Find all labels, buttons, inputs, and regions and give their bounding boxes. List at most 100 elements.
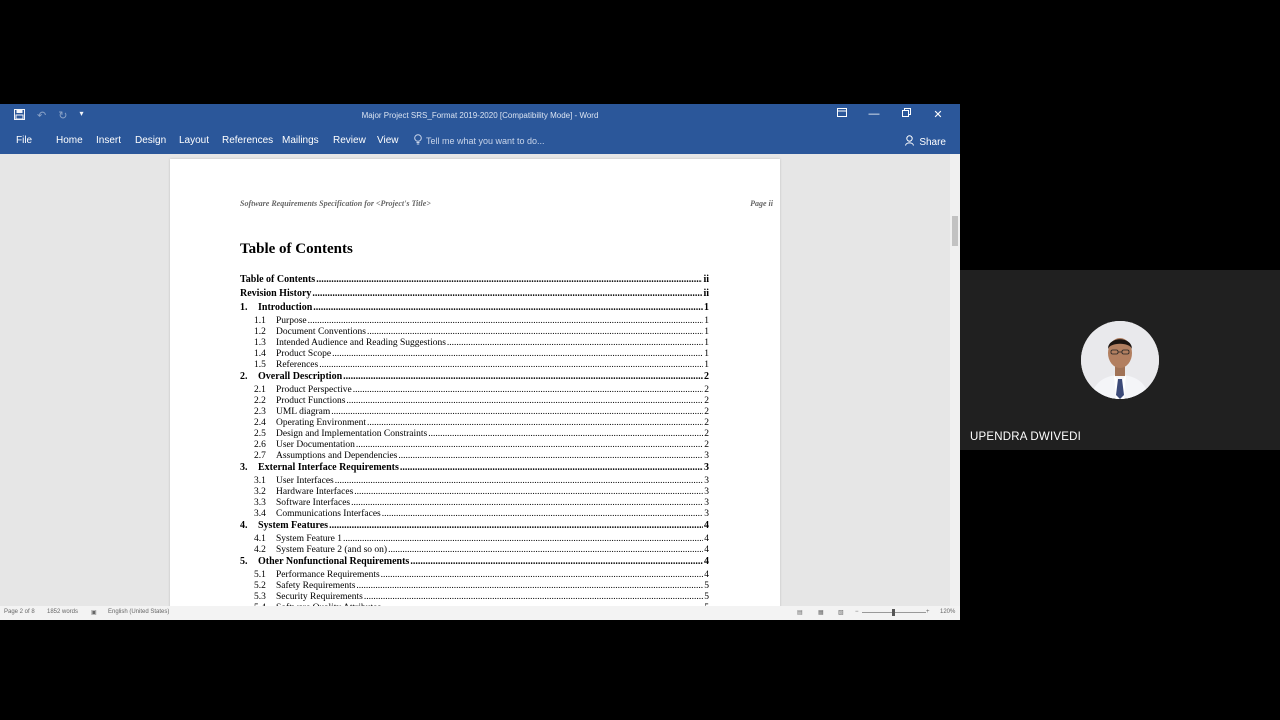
toc-subsection-entry[interactable]: 1.5 References 1 — [240, 360, 709, 371]
toc-dot-leader — [353, 385, 704, 396]
toc-entry-number: 5.1 — [254, 570, 266, 580]
person-photo-icon — [1081, 321, 1159, 399]
vertical-scrollbar[interactable] — [950, 154, 960, 606]
toc-subsection-entry[interactable]: 1.4 Product Scope 1 — [240, 349, 709, 360]
toc-entry-title: Table of Contents — [240, 274, 316, 285]
toc-section-entry[interactable]: 2. Overall Description 2 — [240, 371, 709, 385]
window-controls: — ✕ — [826, 108, 954, 121]
tab-mailings[interactable]: Mailings — [282, 135, 319, 146]
toc-subsection-entry[interactable]: 2.5 Design and Implementation Constraints… — [240, 429, 709, 440]
ribbon-tabs: File Home Insert Design Layout Reference… — [0, 130, 960, 154]
toc-entry-title: User Documentation — [276, 440, 355, 450]
toc-entry-number: 1. — [240, 302, 248, 313]
toc-subsection-entry[interactable]: 1.3 Intended Audience and Reading Suggest… — [240, 338, 709, 349]
toc-dot-leader — [356, 581, 703, 592]
toc-section-entry[interactable]: 3. External Interface Requirements 3 — [240, 462, 709, 476]
toc-subsection-entry[interactable]: 3.1 User Interfaces 3 — [240, 476, 709, 487]
toc-entry-title: Assumptions and Dependencies — [276, 451, 398, 461]
toc-entry-title: Product Perspective — [276, 385, 352, 395]
document-canvas[interactable]: Software Requirements Specification for … — [0, 154, 950, 606]
toc-dot-leader — [332, 349, 703, 360]
toc-subsection-entry[interactable]: 2.4 Operating Environment 2 — [240, 418, 709, 429]
toc-subsection-entry[interactable]: 5.2 Safety Requirements 5 — [240, 581, 709, 592]
tell-me-box[interactable]: Tell me what you want to do... — [414, 134, 545, 147]
toc-dot-leader — [316, 274, 702, 285]
page-header-title: Software Requirements Specification for … — [240, 199, 431, 208]
toc-section-entry[interactable]: Table of Contents ii — [240, 274, 709, 288]
tab-file[interactable]: File — [16, 135, 32, 146]
proofing-icon[interactable]: ▣ — [91, 609, 97, 616]
toc-subsection-entry[interactable]: 1.2 Document Conventions 1 — [240, 327, 709, 338]
ribbon-display-options-icon[interactable] — [826, 108, 858, 121]
toc-subsection-entry[interactable]: 5.1 Performance Requirements 4 — [240, 570, 709, 581]
print-layout-icon[interactable]: ▦ — [818, 609, 824, 616]
toc-subsection-entry[interactable]: 3.3 Software Interfaces 3 — [240, 498, 709, 509]
toc-dot-leader — [346, 396, 703, 407]
minimize-icon[interactable]: — — [858, 108, 890, 121]
tab-layout[interactable]: Layout — [179, 135, 209, 146]
tab-view[interactable]: View — [377, 135, 399, 146]
toc-subsection-entry[interactable]: 3.4 Communications Interfaces 3 — [240, 509, 709, 520]
toc-subsection-entry[interactable]: 4.1 System Feature 1 4 — [240, 534, 709, 545]
toc-dot-leader — [367, 327, 703, 338]
toc-entry-page: 4 — [704, 545, 709, 555]
toc-entry-page: 2 — [704, 396, 709, 406]
toc-entry-title: Performance Requirements — [276, 570, 380, 580]
toc-dot-leader — [410, 556, 703, 567]
toc-entry-number: 2.2 — [254, 396, 266, 406]
tab-home[interactable]: Home — [56, 135, 83, 146]
toc-entry-title: Intended Audience and Reading Suggestion… — [276, 338, 446, 348]
toc-entry-page: 2 — [704, 429, 709, 439]
toc-subsection-entry[interactable]: 1.1 Purpose 1 — [240, 316, 709, 327]
toc-entry-title: External Interface Requirements — [258, 462, 399, 473]
toc-subsection-entry[interactable]: 2.6 User Documentation 2 — [240, 440, 709, 451]
read-mode-icon[interactable]: ▤ — [797, 609, 803, 616]
toc-section-entry[interactable]: 4. System Features 4 — [240, 520, 709, 534]
tab-design[interactable]: Design — [135, 135, 166, 146]
toc-subsection-entry[interactable]: 3.2 Hardware Interfaces 3 — [240, 487, 709, 498]
toc-subsection-entry[interactable]: 2.1 Product Perspective 2 — [240, 385, 709, 396]
toc-dot-leader — [354, 487, 703, 498]
toc-entry-title: Other Nonfunctional Requirements — [258, 556, 410, 567]
toc-section-entry[interactable]: Revision History ii — [240, 288, 709, 302]
toc-section-entry[interactable]: 1. Introduction 1 — [240, 302, 709, 316]
document-page[interactable]: Software Requirements Specification for … — [170, 159, 780, 606]
toc-subsection-entry[interactable]: 2.2 Product Functions 2 — [240, 396, 709, 407]
toc-entry-title: Product Functions — [276, 396, 346, 406]
share-button[interactable]: Share — [901, 133, 950, 151]
close-icon[interactable]: ✕ — [922, 108, 954, 121]
tab-references[interactable]: References — [222, 135, 273, 146]
toc-entry-page: 5 — [704, 592, 709, 602]
toc-entry-title: Revision History — [240, 288, 312, 299]
zoom-level[interactable]: 120% — [940, 609, 955, 615]
toc-subsection-entry[interactable]: 2.7 Assumptions and Dependencies 3 — [240, 451, 709, 462]
toc-entry-page: 1 — [704, 349, 709, 359]
language-indicator[interactable]: English (United States) — [108, 609, 169, 615]
toc-dot-leader — [364, 592, 703, 603]
word-count[interactable]: 1852 words — [47, 609, 78, 615]
scrollbar-thumb[interactable] — [952, 216, 958, 246]
toc-entry-title: Design and Implementation Constraints — [276, 429, 428, 439]
toc-dot-leader — [313, 302, 703, 313]
restore-icon[interactable] — [890, 108, 922, 121]
page-count[interactable]: Page 2 of 8 — [4, 609, 35, 615]
toc-entry-page: 3 — [704, 498, 709, 508]
toc-dot-leader — [447, 338, 703, 349]
tab-insert[interactable]: Insert — [96, 135, 121, 146]
toc-subsection-entry[interactable]: 2.3 UML diagram 2 — [240, 407, 709, 418]
zoom-slider-thumb[interactable] — [892, 609, 895, 616]
tab-review[interactable]: Review — [333, 135, 366, 146]
toc-section-entry[interactable]: 5. Other Nonfunctional Requirements 4 — [240, 556, 709, 570]
zoom-in-icon[interactable]: + — [926, 609, 930, 615]
zoom-out-icon[interactable]: − — [855, 609, 859, 615]
toc-dot-leader — [351, 498, 703, 509]
toc-entry-number: 3.2 — [254, 487, 266, 497]
toc-entry-number: 5. — [240, 556, 248, 567]
participant-tile[interactable]: UPENDRA DWIVEDI — [960, 270, 1280, 450]
toc-entry-number: 1.1 — [254, 316, 266, 326]
toc-entry-number: 2.6 — [254, 440, 266, 450]
toc-subsection-entry[interactable]: 5.3 Security Requirements 5 — [240, 592, 709, 603]
toc-entry-page: 2 — [704, 407, 709, 417]
toc-subsection-entry[interactable]: 4.2 System Feature 2 (and so on) 4 — [240, 545, 709, 556]
web-layout-icon[interactable]: ▧ — [838, 609, 844, 616]
